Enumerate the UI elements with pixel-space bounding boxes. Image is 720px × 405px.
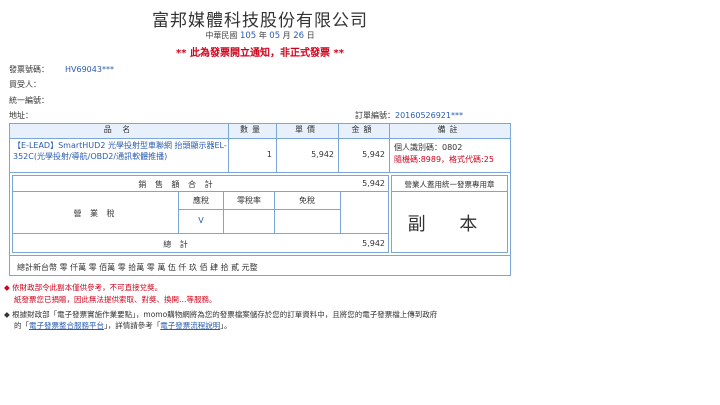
divider <box>338 124 339 172</box>
subtotal-value: 5,942 <box>362 179 385 188</box>
note-line-1: 個人識別碼：0802 <box>394 143 463 152</box>
exempt-label: 免稅 <box>299 196 315 205</box>
copy-mark: 副 本 <box>407 214 492 235</box>
date-era: 中華民國 <box>205 31 238 40</box>
date-day: 26 <box>293 31 305 41</box>
divider <box>13 233 388 234</box>
col-header-note: 備註 <box>389 124 510 138</box>
col-header-name: 品 名 <box>10 124 228 138</box>
divider <box>228 124 229 172</box>
totals-box: 銷 售 額 合 計 5,942 營 業 稅 應稅 零稅率 免稅 V 總 計 5,… <box>12 175 389 253</box>
invoice-number: HV69043*** <box>65 65 114 74</box>
invoice-table: 品 名 數量 單價 金額 備註 【E-LEAD】SmartHUD2 光學投射型車… <box>9 123 511 276</box>
invoice-date: 中華民國 105 年 05 月 26 日 <box>0 30 520 41</box>
tax-id-label: 統一編號： <box>9 96 49 105</box>
divider <box>389 124 390 172</box>
order-number-label: 訂單編號： <box>355 111 395 120</box>
total-in-words: 總計新台幣 零 仟萬 零 佰萬 零 拾萬 零 萬 伍 仟 玖 佰 肆 拾 貳 元… <box>17 263 258 272</box>
footer-text: 」。 <box>220 321 232 330</box>
date-day-unit: 日 <box>306 31 315 40</box>
address-label: 地址： <box>9 111 33 120</box>
footer-note-2: 紙發票您已捐贈，因此無法提供索取、對獎、換開…等服務。 <box>14 295 217 304</box>
item-name: 【E-LEAD】SmartHUD2 光學投射型車聯網 抬頭顯示器EL-352C(… <box>13 141 227 161</box>
order-number: 20160526921*** <box>395 111 463 120</box>
divider <box>276 124 277 172</box>
item-price: 5,942 <box>311 150 334 159</box>
footer-note-1: ◆ 依財政部令此副本僅供參考，不可直接兌獎。 <box>4 283 163 292</box>
item-amount: 5,942 <box>362 150 385 159</box>
einvoice-process-link[interactable]: 電子發票流程說明 <box>160 321 220 330</box>
stamp-title: 營業人蓋用統一發票專用章 <box>404 180 495 189</box>
notice-banner: ** 此為發票開立通知，非正式發票 ** <box>176 48 344 59</box>
business-tax-label: 營 業 稅 <box>73 209 118 218</box>
date-year-unit: 年 <box>258 31 267 40</box>
total-label: 總 計 <box>163 240 191 249</box>
zero-rate-label: 零稅率 <box>237 196 261 205</box>
col-header-amount: 金額 <box>338 124 389 138</box>
footer-text: 的「 <box>14 321 29 330</box>
order-number-row: 訂單編號：20160526921*** <box>355 110 463 121</box>
col-header-qty: 數量 <box>228 124 276 138</box>
divider <box>340 191 341 233</box>
date-month: 05 <box>269 31 281 41</box>
taxable-mark: V <box>198 216 204 225</box>
taxable-label: 應稅 <box>193 196 209 205</box>
item-qty: 1 <box>266 150 272 159</box>
date-month-unit: 月 <box>282 31 291 40</box>
date-year: 105 <box>239 31 257 41</box>
invoice-number-label: 發票號碼： <box>9 65 49 74</box>
divider <box>10 138 510 139</box>
divider <box>13 191 388 192</box>
einvoice-platform-link[interactable]: 電子發票整合服務平台 <box>29 321 104 330</box>
buyer-label: 買受人： <box>9 80 41 89</box>
stamp-box: 營業人蓋用統一發票專用章 副 本 <box>391 175 508 253</box>
invoice-number-row: 發票號碼： HV69043*** <box>9 64 114 75</box>
divider <box>10 172 510 173</box>
subtotal-label: 銷 售 額 合 計 <box>138 180 216 189</box>
footer-text: 」，詳情請參考「 <box>104 321 161 330</box>
company-name: 富邦媒體科技股份有限公司 <box>152 11 368 31</box>
total-value: 5,942 <box>362 239 385 248</box>
footer-note-3: ◆ 根據財政部「電子發票實施作業要點」，momo購物網將為您的發票檔案儲存於您的… <box>4 310 438 319</box>
divider <box>10 255 510 256</box>
divider <box>392 191 507 192</box>
col-header-price: 單價 <box>276 124 338 138</box>
footer-note-4: 的「電子發票整合服務平台」，詳情請參考「電子發票流程說明」。 <box>14 320 232 331</box>
divider <box>179 209 340 210</box>
note-line-2: 隨機碼:8989，格式代碼:25 <box>394 155 494 164</box>
